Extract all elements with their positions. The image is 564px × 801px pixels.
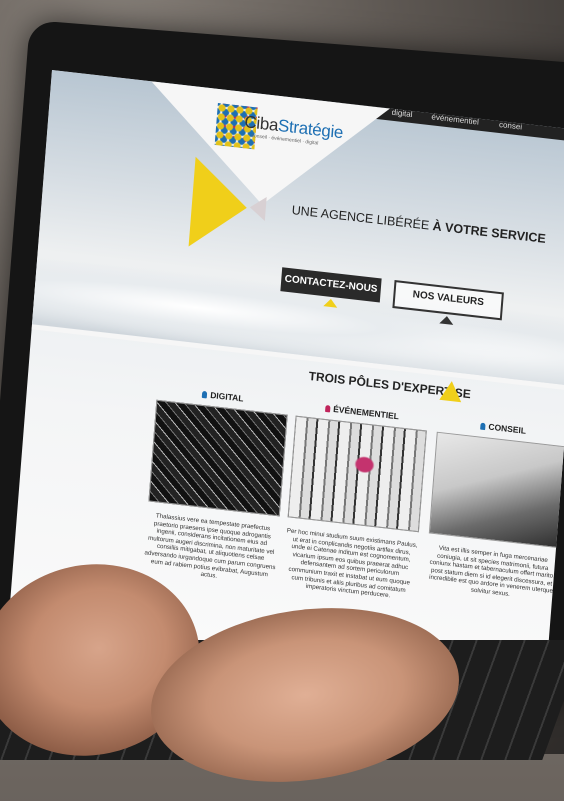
column-text: Thalassius vere ea tempestate praefectus… — [144, 512, 276, 580]
event-image — [287, 415, 427, 533]
section-triangle-icon — [439, 379, 463, 403]
person-icon — [480, 422, 486, 431]
yellow-triangle-decoration — [188, 156, 251, 253]
column-text: Per hoc minui studium suum existimans Pa… — [286, 527, 418, 600]
yellow-arrow-icon — [323, 298, 338, 308]
dark-arrow-icon — [439, 315, 454, 325]
grey-triangle-decoration — [248, 195, 267, 221]
column-digital: DIGITAL Thalassius vere ea tempestate pr… — [143, 384, 289, 587]
person-icon — [202, 390, 208, 399]
conseil-image — [428, 431, 564, 549]
column-text: Vita est illis semper in fuga mercenaria… — [428, 544, 555, 598]
column-evenementiel: ÉVÉNEMENTIEL Per hoc minui studium suum … — [282, 400, 428, 603]
person-icon — [324, 404, 331, 413]
column-conseil: CONSEIL Vita est illis semper in fuga me… — [424, 416, 564, 604]
digital-image — [148, 399, 288, 517]
